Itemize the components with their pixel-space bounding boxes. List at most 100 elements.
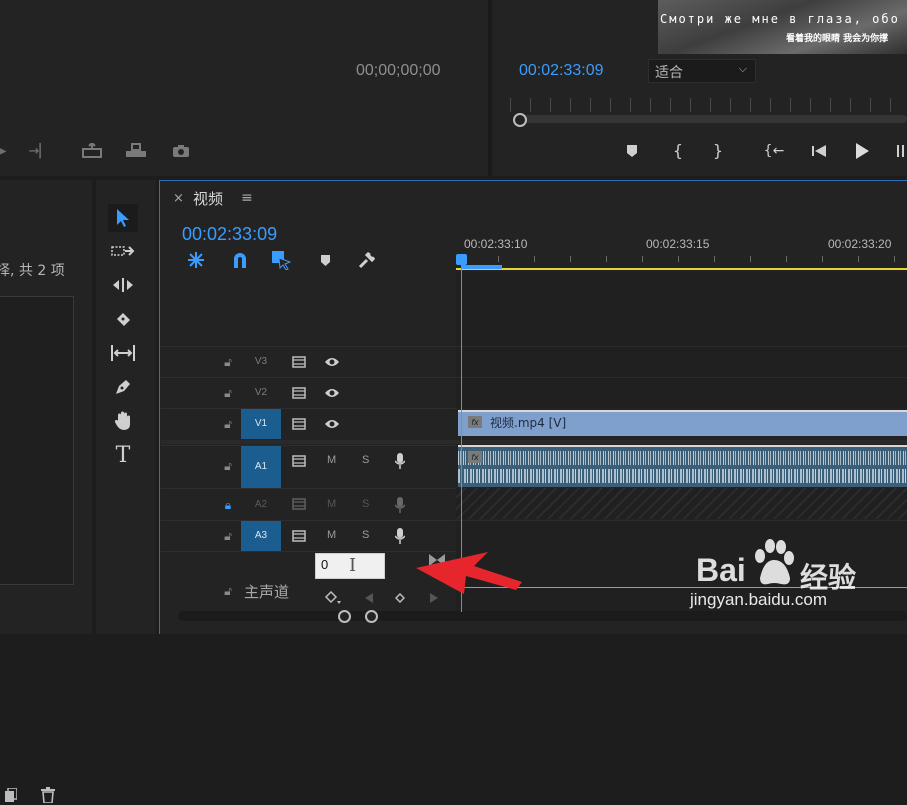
track-name-a2[interactable]: A2 <box>241 489 281 520</box>
baidu-brand-text: Bai <box>696 552 746 588</box>
keyframe-toggle-icon[interactable] <box>322 590 344 606</box>
monitor-ruler[interactable] <box>510 98 907 112</box>
slip-tool-icon[interactable] <box>108 340 138 366</box>
track-name-a3[interactable]: A3 <box>241 521 281 551</box>
track-content-v3[interactable] <box>456 346 907 377</box>
monitor-scroll-track[interactable] <box>514 115 907 123</box>
go-to-in-icon[interactable]: {← <box>763 142 785 160</box>
track-content-v2[interactable] <box>456 377 907 408</box>
hand-tool-icon[interactable] <box>108 408 138 434</box>
play-icon[interactable] <box>852 141 872 161</box>
lock-icon[interactable]: 🔓︎ <box>221 528 235 544</box>
program-timecode[interactable]: 00:02:33:09 <box>519 62 604 80</box>
solo-button[interactable]: S <box>362 529 369 541</box>
lift-icon[interactable] <box>80 142 104 160</box>
track-content-a2-locked[interactable] <box>456 488 907 519</box>
eye-icon[interactable] <box>323 417 341 431</box>
track-content-a3[interactable] <box>456 520 907 551</box>
camera-icon[interactable] <box>170 142 192 160</box>
filmstrip-icon[interactable] <box>291 497 307 511</box>
fit-dropdown[interactable]: 适合 ⌵ <box>648 59 756 83</box>
video-clip[interactable]: fx 视频.mp4 [V] <box>458 410 907 436</box>
tab-close-icon[interactable]: × <box>173 191 184 206</box>
filmstrip-icon[interactable] <box>291 529 307 543</box>
playhead-handle[interactable] <box>456 254 467 265</box>
pen-tool-icon[interactable] <box>108 374 138 400</box>
track-select-tool-icon[interactable] <box>108 238 138 264</box>
track-content-empty <box>456 272 907 346</box>
master-input[interactable]: 0 I <box>315 553 385 579</box>
mark-in-icon[interactable]: { <box>670 140 686 160</box>
work-area-highlight <box>462 265 502 269</box>
insert-icon[interactable]: ▸ <box>0 142 10 160</box>
mute-button[interactable]: M <box>327 529 336 541</box>
track-name-v1[interactable]: V1 <box>241 409 281 439</box>
scroll-handle-left[interactable] <box>338 610 351 623</box>
master-track-label: 主声道 <box>244 583 290 601</box>
lock-icon[interactable]: 🔓︎ <box>221 385 235 401</box>
lock-icon[interactable]: 🔓︎ <box>221 354 235 370</box>
timeline-marker-icon[interactable] <box>316 251 334 269</box>
step-back-icon[interactable] <box>810 142 830 160</box>
ripple-edit-tool-icon[interactable] <box>108 272 138 298</box>
selection-tool-icon[interactable] <box>108 204 138 232</box>
track-header-empty <box>161 272 455 346</box>
fit-dropdown-value: 适合 <box>655 65 683 81</box>
microphone-icon[interactable] <box>393 496 407 514</box>
subtitle-cn: 看着我的眼睛 我会为你撑 <box>786 34 889 44</box>
trash-icon[interactable] <box>38 785 58 805</box>
track-name-a1[interactable]: A1 <box>241 446 281 488</box>
solo-button[interactable]: S <box>362 454 369 466</box>
lock-icon[interactable]: 🔓︎ <box>221 458 235 474</box>
track-name-v3[interactable]: V3 <box>241 347 281 377</box>
filmstrip-icon[interactable] <box>291 355 307 369</box>
chevron-down-icon: ⌵ <box>738 62 747 75</box>
lock-icon[interactable]: 🔒︎ <box>221 497 235 513</box>
eye-icon[interactable] <box>323 355 341 369</box>
add-marker-icon[interactable] <box>623 142 641 160</box>
razor-tool-icon[interactable] <box>108 306 138 332</box>
eye-icon[interactable] <box>323 386 341 400</box>
baidu-paw-logo <box>748 538 798 588</box>
audio-clip[interactable]: fx <box>458 445 907 487</box>
lock-icon[interactable]: 🔓︎ <box>221 416 235 432</box>
tab-menu-icon[interactable]: ≡ <box>241 190 253 206</box>
filmstrip-icon[interactable] <box>291 454 307 468</box>
master-lock-icon[interactable]: 🔓︎ <box>221 583 235 599</box>
tab-timeline-title[interactable]: 视频 <box>193 188 223 209</box>
mark-out-icon[interactable]: } <box>710 140 726 160</box>
extract-icon[interactable] <box>124 142 148 160</box>
fx-badge-icon: fx <box>468 416 482 428</box>
linked-selection-icon[interactable] <box>270 249 292 271</box>
master-input-value: 0 <box>321 557 329 572</box>
scroll-handle-right[interactable] <box>365 610 378 623</box>
work-area-bar[interactable] <box>456 268 907 270</box>
microphone-icon[interactable] <box>393 527 407 545</box>
wrench-icon[interactable] <box>356 250 378 270</box>
subtitle-ru: Смотри же мне в глаза, обо все <box>660 12 907 26</box>
prev-keyframe-icon[interactable] <box>362 591 376 605</box>
filmstrip-icon[interactable] <box>291 417 307 431</box>
overwrite-icon[interactable]: →▏ <box>28 142 50 160</box>
solo-button[interactable]: S <box>362 498 369 510</box>
monitor-scroll-handle[interactable] <box>513 113 527 127</box>
mute-button[interactable]: M <box>327 454 336 466</box>
snap-icon[interactable] <box>229 250 251 270</box>
timeline-timecode[interactable]: 00:02:33:09 <box>182 224 277 245</box>
project-bin-area[interactable] <box>0 296 74 585</box>
mute-button[interactable]: M <box>327 498 336 510</box>
microphone-icon[interactable] <box>393 452 407 470</box>
step-forward-icon[interactable] <box>894 142 907 160</box>
nest-icon[interactable] <box>185 250 207 270</box>
timeline-zoom-scrollbar[interactable] <box>178 611 907 621</box>
track-row-v1: 🔓︎ V1 <box>161 408 455 439</box>
track-name-v2[interactable]: V2 <box>241 378 281 408</box>
filmstrip-icon[interactable] <box>291 386 307 400</box>
new-item-icon[interactable] <box>2 786 20 804</box>
ruler-tick-3: 00:02:33:20 <box>828 237 892 251</box>
project-item-count: 择, 共 2 项 <box>0 263 65 279</box>
track-divider[interactable] <box>161 440 907 444</box>
fx-badge-icon: fx <box>468 451 482 463</box>
type-tool-icon[interactable]: T <box>108 442 138 468</box>
add-keyframe-icon[interactable] <box>393 591 407 605</box>
